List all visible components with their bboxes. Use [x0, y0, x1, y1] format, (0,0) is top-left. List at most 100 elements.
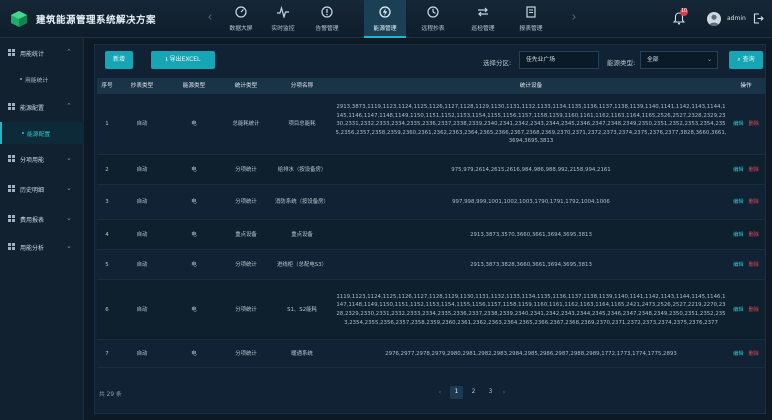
table-header: 序号 抄表类型 能源类型 统计类型 分项名称 统计设备 操作: [97, 78, 765, 94]
cell-devices: 1119,1123,1124,1125,1126,1127,1128,1129,…: [336, 293, 726, 326]
chevron-down-icon: ⌄: [66, 154, 72, 162]
cell-stat-type: 总能耗统计: [232, 121, 260, 128]
cell-energy: 电: [191, 231, 197, 238]
alert-icon: [321, 6, 333, 18]
cell-energy: 电: [191, 166, 197, 173]
cell-read-type: 自动: [136, 121, 148, 128]
cell-no: 3: [105, 199, 109, 206]
prev-page-button[interactable]: ‹: [435, 386, 445, 399]
notification-badge: 10: [680, 8, 689, 16]
nav-item-dashboard[interactable]: 数据大屏: [220, 0, 262, 38]
cell-name: 项目总能耗: [288, 121, 316, 128]
sidebar-group-history[interactable]: 历史明细 ⌄: [0, 178, 84, 200]
nav-item-meter[interactable]: 远程抄表: [412, 0, 454, 38]
row-actions: 编辑 删除: [727, 280, 765, 340]
cell-devices: 2976,2977,2978,2979,2980,2981,2982,2983,…: [385, 350, 677, 357]
edit-link[interactable]: 编辑: [733, 166, 743, 175]
col-item-name: 分项名称: [290, 83, 314, 89]
sidebar-item-energy-config[interactable]: 能源配置: [0, 122, 84, 144]
export-excel-button[interactable]: ⭳ 导出EXCEL: [151, 51, 215, 69]
nav-item-monitor[interactable]: 实时监控: [262, 0, 304, 38]
sidebar: 用能统计 ⌃ 用能统计 能源配置 ⌃ 能源配置 分项用能 ⌄ 历史明细 ⌄ 费用…: [0, 38, 84, 420]
nav-item-patrol[interactable]: 巡检管理: [462, 0, 504, 38]
delete-link[interactable]: 删除: [749, 198, 759, 207]
nav-label: 告警管理: [315, 26, 339, 32]
nav-item-report[interactable]: 报表管理: [510, 0, 552, 38]
delete-link[interactable]: 删除: [749, 120, 759, 129]
edit-link[interactable]: 编辑: [733, 306, 743, 315]
nav-label: 实时监控: [271, 26, 295, 32]
nav-label: 巡检管理: [471, 26, 495, 32]
delete-link[interactable]: 删除: [749, 231, 759, 240]
grid-icon: [8, 215, 15, 222]
sidebar-group-analysis[interactable]: 用能分析 ⌄: [0, 236, 84, 258]
cell-no: 5: [105, 261, 109, 268]
avatar[interactable]: [707, 12, 721, 26]
cell-devices: 2913,3873,3570,3660,3661,3694,3695,3813: [470, 231, 592, 238]
grid-icon: [8, 103, 15, 110]
cell-devices: 2913,3873,3828,3660,3661,3694,3695,3813: [470, 261, 592, 268]
add-button[interactable]: 新增: [105, 51, 133, 69]
delete-link[interactable]: 删除: [749, 350, 759, 359]
sidebar-item-usage-stats[interactable]: 用能统计: [0, 68, 84, 90]
meter-icon: [427, 6, 439, 18]
nav-prev-arrow[interactable]: ‹: [203, 10, 217, 26]
sidebar-group-label: 分项用能: [20, 157, 45, 164]
grid-icon: [8, 155, 15, 162]
row-actions: 编辑 删除: [727, 185, 765, 220]
cell-read-type: 自动: [136, 261, 148, 268]
nav-next-arrow[interactable]: ›: [567, 10, 581, 26]
sidebar-group-label: 用能统计: [20, 51, 45, 58]
sidebar-group-cost-report[interactable]: 费用报表 ⌄: [0, 208, 84, 230]
nav-item-energy[interactable]: 能源管理: [364, 0, 406, 38]
cell-no: 4: [105, 231, 109, 238]
table-row: 2 自动 电 分项统计 给排水（按设备房） 975,979,2614,2615,2616,…: [97, 155, 765, 185]
table-row: 5 自动 电 分项统计 进线柜（总配电S3） 2913,3873,3828,3660,36…: [97, 250, 765, 280]
edit-link[interactable]: 编辑: [733, 231, 743, 240]
cell-name: 给排水（按设备房）: [277, 166, 327, 173]
col-actions: 操作: [740, 83, 752, 89]
sidebar-group-label: 历史明细: [20, 187, 45, 194]
delete-link[interactable]: 删除: [749, 261, 759, 270]
row-actions: 编辑 删除: [727, 250, 765, 280]
edit-link[interactable]: 编辑: [733, 198, 743, 207]
search-button[interactable]: ⌕ 查询: [729, 51, 763, 69]
logout-icon[interactable]: [753, 13, 764, 24]
zone-label: 选择分区:: [483, 59, 512, 67]
edit-link[interactable]: 编辑: [733, 261, 743, 270]
cell-stat-type: 重点设备: [235, 231, 257, 238]
cell-read-type: 自动: [136, 199, 148, 206]
chevron-down-icon: ⌄: [66, 242, 72, 250]
user-icon: [709, 14, 719, 26]
swap-icon: [478, 7, 488, 17]
next-page-button[interactable]: ›: [499, 386, 509, 399]
col-no: 序号: [101, 83, 113, 89]
main-content: 新增 ⭳ 导出EXCEL 选择分区: 佳先业广场 能源类型: 全部 ⌄ ⌕ 查询…: [94, 44, 766, 414]
sidebar-group-usage-stats[interactable]: 用能统计 ⌃: [0, 42, 84, 64]
sidebar-group-label: 费用报表: [20, 217, 45, 224]
sidebar-group-energy-config[interactable]: 能源配置 ⌃: [0, 96, 84, 118]
page-button-1[interactable]: 1: [450, 386, 463, 399]
nav-item-alarm[interactable]: 告警管理: [306, 0, 348, 38]
page-button-2[interactable]: 2: [467, 386, 480, 399]
energy-type-select[interactable]: 全部 ⌄: [640, 51, 718, 69]
cell-energy: 电: [191, 350, 197, 357]
cell-read-type: 自动: [136, 350, 148, 357]
search-label: 查询: [742, 56, 755, 63]
cell-no: 6: [105, 306, 109, 313]
cell-stat-type: 分项统计: [235, 350, 257, 357]
bullet-icon: [22, 132, 24, 134]
sidebar-group-itemized-usage[interactable]: 分项用能 ⌄: [0, 148, 84, 170]
edit-link[interactable]: 编辑: [733, 120, 743, 129]
pulse-icon: [277, 6, 289, 18]
zone-input[interactable]: 佳先业广场: [519, 51, 599, 69]
page-button-3[interactable]: 3: [484, 386, 497, 399]
cell-devices: 997,998,999,1001,1002,1003,1790,1791,179…: [452, 199, 610, 206]
app-title: 建筑能源管理系统解决方案: [36, 15, 157, 26]
col-read-type: 抄表类型: [130, 83, 154, 89]
delete-link[interactable]: 删除: [749, 166, 759, 175]
energy-type-label: 能源类型:: [607, 59, 636, 67]
delete-link[interactable]: 删除: [749, 306, 759, 315]
cell-stat-type: 分项统计: [235, 166, 257, 173]
edit-link[interactable]: 编辑: [733, 350, 743, 359]
